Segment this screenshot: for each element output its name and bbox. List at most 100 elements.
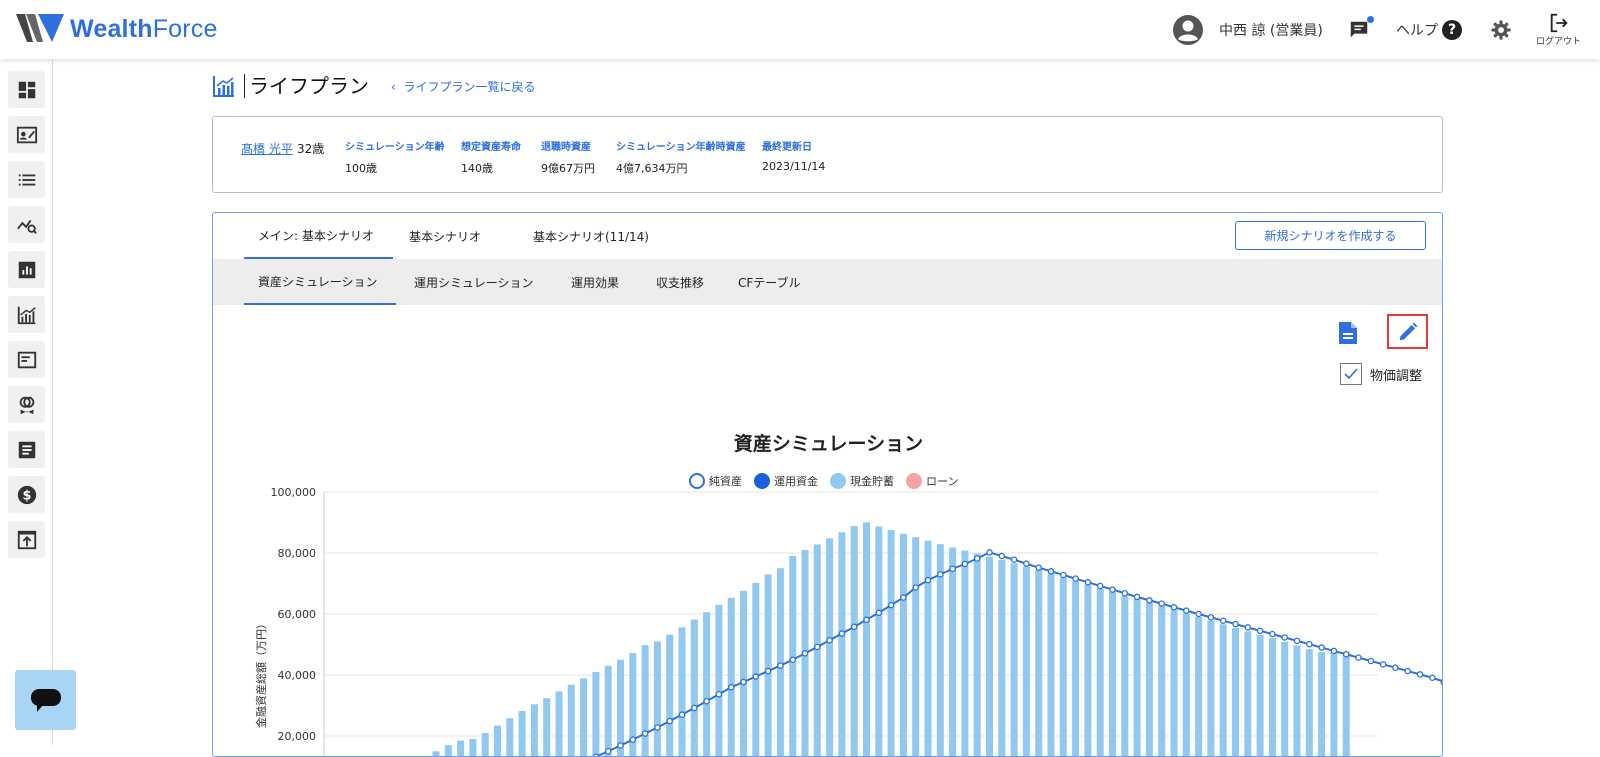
cash-savings-bar	[900, 534, 907, 757]
cash-savings-bar	[457, 741, 464, 757]
net-assets-point	[876, 610, 881, 615]
sidebar-item-finance[interactable]: $	[8, 476, 45, 513]
cash-savings-bar	[1330, 653, 1337, 757]
cash-savings-bar	[1269, 638, 1276, 757]
sidebar-item-export[interactable]	[8, 521, 45, 558]
analysis-search-icon	[16, 214, 38, 236]
net-assets-point	[1110, 587, 1115, 592]
net-assets-point	[1270, 632, 1275, 637]
net-assets-point	[679, 712, 684, 717]
sidebar-item-rings[interactable]	[8, 386, 45, 423]
cash-savings-bar	[679, 627, 686, 757]
sidebar-item-dashboard[interactable]	[8, 71, 45, 108]
cash-savings-bar	[592, 672, 599, 757]
chat-icon	[1348, 19, 1370, 41]
y-tick-label: 20,000	[278, 730, 317, 743]
scenario-panel: メイン: 基本シナリオ 基本シナリオ 基本シナリオ(11/14) 新規シナリオを…	[212, 212, 1443, 757]
net-assets-point	[1135, 594, 1140, 599]
logout-label: ログアウト	[1536, 34, 1581, 47]
brand-logo[interactable]: WealthForce	[16, 14, 218, 44]
cash-savings-bar	[1281, 642, 1288, 757]
document-window-icon	[16, 349, 38, 371]
net-assets-point	[606, 749, 611, 754]
cash-savings-bar	[1134, 599, 1141, 757]
net-assets-point	[1122, 591, 1127, 596]
settings-button[interactable]	[1490, 0, 1512, 59]
messages-button[interactable]	[1348, 0, 1370, 59]
user-avatar[interactable]	[1172, 0, 1204, 59]
net-assets-point	[1245, 625, 1250, 630]
net-assets-point	[1061, 572, 1066, 577]
net-assets-point	[1171, 605, 1176, 610]
client-name-link[interactable]: 髙橋 光平	[241, 140, 293, 157]
dashboard-icon	[16, 79, 38, 101]
sidebar-item-customer[interactable]	[8, 116, 45, 153]
net-assets-point	[901, 595, 906, 600]
cash-savings-bar	[605, 666, 612, 757]
cash-savings-bar	[838, 532, 845, 757]
net-assets-point	[655, 725, 660, 730]
sidebar-item-lifeplan[interactable]	[8, 296, 45, 333]
cash-savings-bar	[445, 745, 452, 757]
cash-savings-bar	[1171, 610, 1178, 757]
notes-icon	[16, 439, 38, 461]
net-assets-point	[962, 561, 967, 566]
info-last-updated: 最終更新日2023/11/14	[762, 138, 825, 173]
net-assets-point	[729, 685, 734, 690]
net-assets-point	[913, 585, 918, 590]
net-assets-point	[704, 699, 709, 704]
dollar-icon: $	[16, 484, 38, 506]
logout-button[interactable]: ログアウト	[1536, 0, 1581, 59]
sidebar-item-report[interactable]	[8, 251, 45, 288]
net-assets-point	[1233, 621, 1238, 626]
net-assets-point	[827, 638, 832, 643]
sidebar-item-analysis[interactable]	[8, 206, 45, 243]
net-assets-point	[1196, 611, 1201, 616]
cash-savings-bar	[814, 544, 821, 757]
cash-savings-bar	[519, 711, 526, 757]
cash-savings-bar	[556, 691, 563, 757]
cash-savings-bar	[1318, 652, 1325, 757]
net-assets-point	[1085, 580, 1090, 585]
net-assets-point	[1221, 618, 1226, 623]
logo-mark-icon	[16, 14, 66, 44]
cash-savings-bar	[1035, 570, 1042, 757]
client-summary-card: 髙橋 光平 32歳 シミュレーション年齢100歳 想定資産寿命140歳 退職時資…	[212, 116, 1443, 193]
cash-savings-bar	[1195, 617, 1202, 757]
net-assets-point	[1356, 655, 1361, 660]
cash-savings-bar	[888, 530, 895, 757]
cash-savings-bar	[1232, 628, 1239, 757]
user-name[interactable]: 中西 諒 (営業員)	[1219, 0, 1323, 59]
net-assets-point	[1319, 645, 1324, 650]
net-assets-point	[1159, 601, 1164, 606]
net-assets-point	[815, 644, 820, 649]
net-assets-point	[630, 737, 635, 742]
svg-text:$: $	[22, 488, 31, 503]
cash-savings-bar	[826, 538, 833, 757]
cash-savings-bar	[1060, 577, 1067, 757]
net-assets-point	[1282, 635, 1287, 640]
client-age: 32歳	[297, 140, 324, 157]
y-axis-label: 金融資産総額（万円）	[254, 618, 268, 728]
back-to-list-link[interactable]: ‹ ライフプラン一覧に戻る	[391, 78, 535, 95]
cash-savings-bar	[1146, 602, 1153, 757]
net-assets-point	[1294, 638, 1299, 643]
net-assets-point	[1036, 565, 1041, 570]
help-button[interactable]: ヘルプ ?	[1396, 0, 1462, 59]
info-asset-lifespan: 想定資産寿命140歳	[461, 138, 521, 176]
net-assets-point	[1208, 615, 1213, 620]
net-assets-point	[1098, 583, 1103, 588]
chat-support-button[interactable]	[15, 670, 76, 730]
net-assets-point	[1344, 652, 1349, 657]
sidebar-item-list[interactable]	[8, 161, 45, 198]
unread-dot	[1367, 16, 1374, 23]
cash-savings-bar	[875, 526, 882, 757]
sidebar-item-document[interactable]	[8, 341, 45, 378]
asset-simulation-chart: 100,00080,00060,00040,00020,000金融資産総額（万円…	[213, 213, 1443, 757]
cash-savings-bar	[543, 698, 550, 757]
net-assets-point	[790, 657, 795, 662]
net-assets-point	[716, 692, 721, 697]
cash-savings-bar	[666, 635, 673, 757]
net-assets-point	[643, 731, 648, 736]
sidebar-item-notes[interactable]	[8, 431, 45, 468]
